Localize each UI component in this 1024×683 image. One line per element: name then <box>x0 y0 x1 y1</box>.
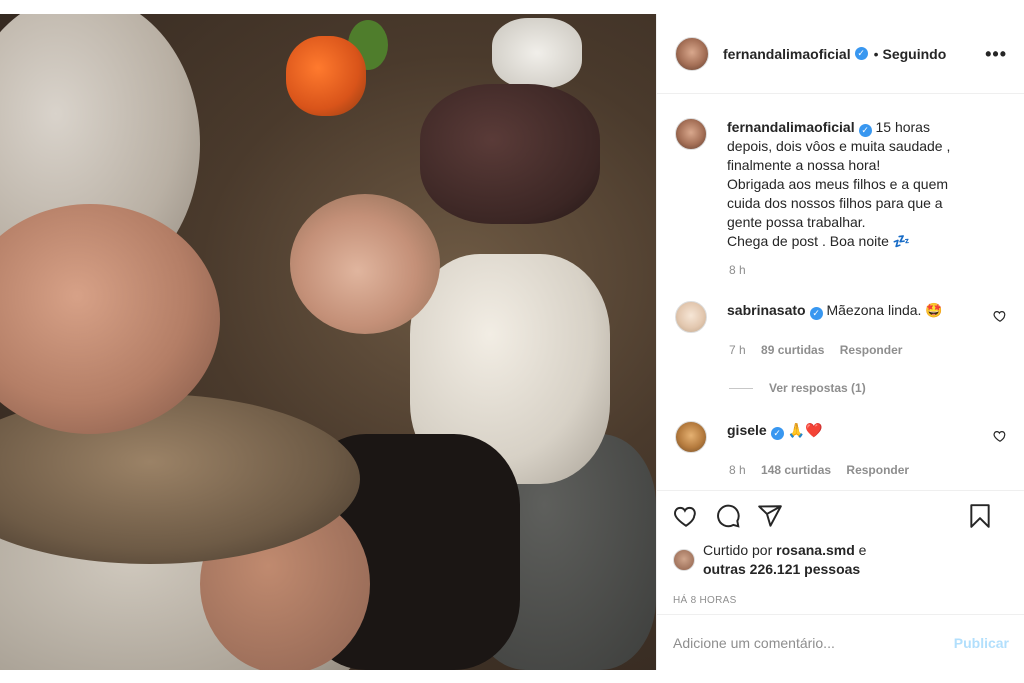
comment-time: 7 h <box>729 343 746 357</box>
header-separator: • <box>873 45 879 62</box>
commenter-avatar[interactable] <box>675 301 707 333</box>
caption-username[interactable]: fernandalimaoficial <box>727 119 855 135</box>
comment-input[interactable] <box>673 634 954 651</box>
caption-body: 15 horas depois, dois vôos e muita sauda… <box>727 119 951 249</box>
liker-avatar[interactable] <box>673 549 695 571</box>
photo-cloth <box>492 18 582 88</box>
caption-avatar[interactable] <box>675 118 707 150</box>
liked-by: Curtido por rosana.smd e outras 226.121 … <box>673 541 1009 579</box>
caption-text-block: fernandalimaoficial ✓ 15 horas depois, do… <box>727 118 977 251</box>
liked-by-joiner: e <box>858 542 867 558</box>
header-info: fernandalimaoficial ✓ • Seguindo <box>723 46 946 62</box>
post-sidebar: fernandalimaoficial ✓ • Seguindo ••• fer… <box>656 14 1024 670</box>
publish-button[interactable]: Publicar <box>954 635 1009 651</box>
comment-meta: 8 h 148 curtidas Responder <box>729 463 1007 477</box>
liked-by-prefix: Curtido por <box>703 542 773 558</box>
comment-text-block: sabrinasato ✓ Mãezona linda. 🤩 <box>727 301 977 333</box>
verified-icon: ✓ <box>854 47 868 60</box>
verified-icon: ✓ <box>809 307 823 320</box>
comment-text: 🙏❤️ <box>787 422 823 438</box>
photo-bag <box>420 84 600 224</box>
add-comment-bar: Publicar <box>657 614 1024 670</box>
caption: fernandalimaoficial ✓ 15 horas depois, do… <box>675 118 1007 251</box>
caption-time: 8 h <box>729 263 746 277</box>
comment-meta: 7 h 89 curtidas Responder <box>729 343 1007 357</box>
comment-likes[interactable]: 148 curtidas <box>761 463 831 477</box>
verified-icon: ✓ <box>858 124 872 137</box>
commenter-avatar[interactable] <box>675 421 707 453</box>
comment-text: Mãezona linda. 🤩 <box>826 302 943 318</box>
comment-text-block: gisele ✓ 🙏❤️ <box>727 421 977 453</box>
comment-1: sabrinasato ✓ Mãezona linda. 🤩 7 h 89 cur… <box>675 301 1007 395</box>
reply-button[interactable]: Responder <box>840 343 903 357</box>
comment-heart-icon[interactable] <box>993 429 1007 443</box>
heart-icon[interactable] <box>673 503 699 529</box>
follow-button[interactable]: Seguindo <box>883 46 947 62</box>
comment-likes[interactable]: 89 curtidas <box>761 343 824 357</box>
comment-time: 8 h <box>729 463 746 477</box>
comment-2: gisele ✓ 🙏❤️ 8 h 148 curtidas Responder <box>675 421 1007 477</box>
commenter-username[interactable]: sabrinasato <box>727 302 806 318</box>
commenter-username[interactable]: gisele <box>727 422 767 438</box>
post-header: fernandalimaoficial ✓ • Seguindo ••• <box>657 14 1024 94</box>
verified-icon: ✓ <box>770 427 784 440</box>
share-icon[interactable] <box>757 503 783 529</box>
comment-row: sabrinasato ✓ Mãezona linda. 🤩 <box>675 301 1007 333</box>
comment-heart-icon[interactable] <box>993 309 1007 323</box>
photo-toy <box>286 36 366 116</box>
comment-icon[interactable] <box>715 503 741 529</box>
replies-line <box>729 387 753 389</box>
liked-by-user[interactable]: rosana.smd <box>776 542 855 558</box>
more-icon[interactable]: ••• <box>985 44 1007 65</box>
post-actions: Curtido por rosana.smd e outras 226.121 … <box>657 490 1024 606</box>
liked-by-text: Curtido por rosana.smd e outras 226.121 … <box>703 541 866 579</box>
post-frame: fernandalimaoficial ✓ • Seguindo ••• fer… <box>0 14 1024 670</box>
action-icons <box>673 491 1009 541</box>
view-replies[interactable]: Ver respostas (1) <box>729 381 1007 395</box>
post-timestamp[interactable]: HÁ 8 HORAS <box>673 595 1009 606</box>
reply-button[interactable]: Responder <box>846 463 909 477</box>
author-avatar[interactable] <box>675 36 709 71</box>
comment-row: gisele ✓ 🙏❤️ <box>675 421 1007 453</box>
comments-list: fernandalimaoficial ✓ 15 horas depois, do… <box>657 94 1024 490</box>
post-photo[interactable] <box>0 14 656 670</box>
view-replies-label: Ver respostas (1) <box>769 381 866 395</box>
bookmark-icon[interactable] <box>967 503 993 529</box>
photo-baby-head <box>290 194 440 334</box>
author-username[interactable]: fernandalimaoficial <box>723 46 851 62</box>
liked-by-others[interactable]: outras 226.121 pessoas <box>703 561 860 577</box>
